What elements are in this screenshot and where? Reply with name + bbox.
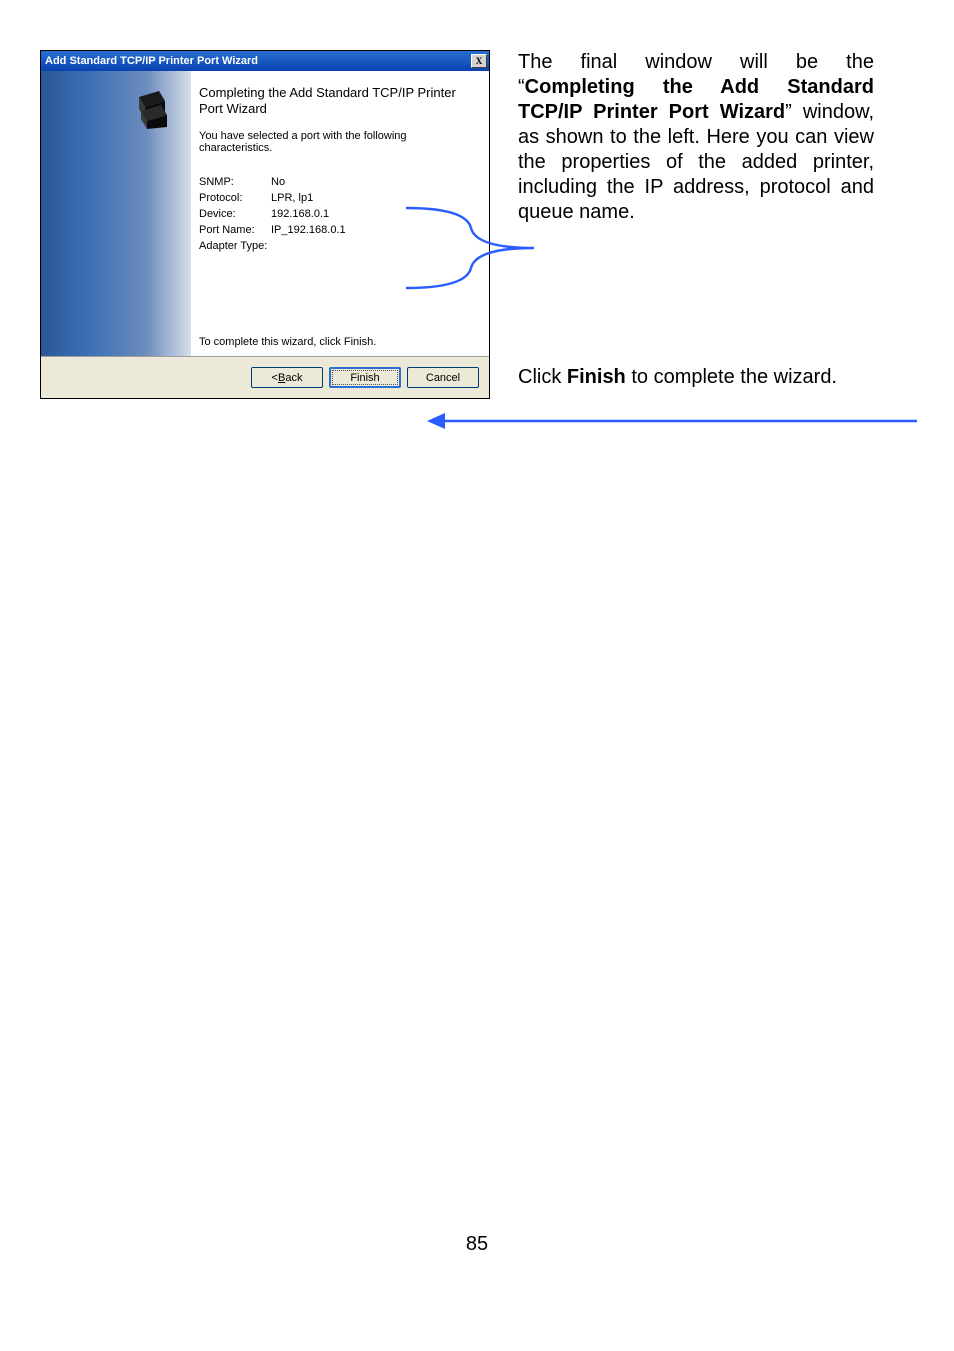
wizard-subtext: You have selected a port with the follow… bbox=[199, 130, 477, 154]
explanation-column: The final window will be the “Completing… bbox=[518, 50, 874, 399]
wizard-window: Add Standard TCP/IP Printer Port Wizard … bbox=[40, 50, 490, 399]
cancel-label: Cancel bbox=[426, 372, 460, 384]
explanation-paragraph-1: The final window will be the “Completing… bbox=[518, 50, 874, 225]
prop-row-snmp: SNMP: No bbox=[199, 176, 477, 188]
wizard-body: Completing the Add Standard TCP/IP Print… bbox=[41, 71, 489, 356]
prop-value: No bbox=[271, 176, 285, 188]
prop-label: Device: bbox=[199, 208, 271, 220]
prop-row-device: Device: 192.168.0.1 bbox=[199, 208, 477, 220]
finish-label: Finish bbox=[350, 372, 379, 384]
prop-value: IP_192.168.0.1 bbox=[271, 224, 346, 236]
back-button[interactable]: < Back bbox=[251, 367, 323, 388]
prop-row-protocol: Protocol: LPR, lp1 bbox=[199, 192, 477, 204]
back-suffix: ack bbox=[285, 372, 302, 384]
prop-row-adapter: Adapter Type: bbox=[199, 240, 477, 252]
close-icon: X bbox=[476, 57, 483, 66]
annotation-arrow-icon bbox=[427, 409, 917, 433]
titlebar: Add Standard TCP/IP Printer Port Wizard … bbox=[41, 51, 489, 71]
wizard-content: Completing the Add Standard TCP/IP Print… bbox=[191, 71, 489, 356]
prop-value: 192.168.0.1 bbox=[271, 208, 329, 220]
prop-row-portname: Port Name: IP_192.168.0.1 bbox=[199, 224, 477, 236]
page-number: 85 bbox=[0, 1233, 954, 1256]
prop-label: SNMP: bbox=[199, 176, 271, 188]
cancel-button[interactable]: Cancel bbox=[407, 367, 479, 388]
back-underline: B bbox=[278, 372, 285, 384]
p2-text-a: Click bbox=[518, 366, 567, 388]
p2-bold: Finish bbox=[567, 366, 626, 388]
complete-instruction: To complete this wizard, click Finish. bbox=[199, 336, 376, 348]
wizard-heading: Completing the Add Standard TCP/IP Print… bbox=[199, 85, 477, 116]
prop-label: Adapter Type: bbox=[199, 240, 271, 252]
wizard-footer: < Back Finish Cancel bbox=[41, 356, 489, 398]
wizard-sidebar bbox=[41, 71, 191, 356]
explanation-paragraph-2: Click Finish to complete the wizard. bbox=[518, 365, 874, 390]
finish-button[interactable]: Finish bbox=[329, 367, 401, 388]
prop-label: Protocol: bbox=[199, 192, 271, 204]
p2-text-b: to complete the wizard. bbox=[626, 366, 837, 388]
prop-value: LPR, lp1 bbox=[271, 192, 313, 204]
close-button[interactable]: X bbox=[471, 54, 487, 68]
window-title: Add Standard TCP/IP Printer Port Wizard bbox=[45, 55, 258, 67]
printer-icon bbox=[131, 89, 173, 131]
prop-label: Port Name: bbox=[199, 224, 271, 236]
